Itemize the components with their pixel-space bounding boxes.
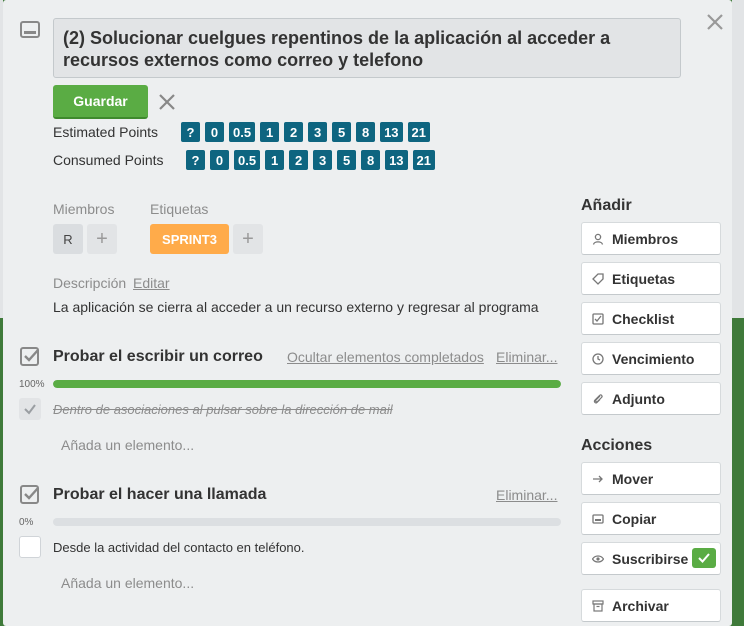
add-checklist-item[interactable]: Añada un elemento... <box>61 437 194 453</box>
sidebar-checklist-button[interactable]: Checklist <box>581 302 721 335</box>
consumed-point-chip[interactable]: 8 <box>361 150 381 170</box>
checklist-progress-percent: 0% <box>19 517 34 528</box>
estimated-point-chip[interactable]: 5 <box>332 122 352 142</box>
arrow-right-icon <box>592 473 604 485</box>
hide-completed-link[interactable]: Ocultar elementos completados <box>287 349 484 365</box>
estimated-point-chip[interactable]: 2 <box>284 122 304 142</box>
checklist-progress-percent: 100% <box>19 379 45 390</box>
description-edit-link[interactable]: Editar <box>133 275 170 291</box>
estimated-point-chip[interactable]: 8 <box>356 122 376 142</box>
person-icon <box>592 233 604 245</box>
estimated-point-chip[interactable]: 13 <box>380 122 403 142</box>
sidebar-button-label: Miembros <box>612 230 679 247</box>
sidebar-button-label: Etiquetas <box>612 270 676 287</box>
add-checklist-item[interactable]: Añada un elemento... <box>61 575 194 591</box>
add-label-button[interactable]: + <box>233 224 263 254</box>
add-section-heading: Añadir <box>581 197 632 214</box>
checklist-item-checkbox[interactable] <box>19 536 41 558</box>
sidebar-move-button[interactable]: Mover <box>581 462 721 495</box>
clock-icon <box>592 352 604 365</box>
sidebar-members-button[interactable]: Miembros <box>581 222 721 255</box>
actions-section-heading: Acciones <box>581 437 653 454</box>
consumed-point-chip[interactable]: ? <box>186 150 205 170</box>
consumed-point-chip[interactable]: 21 <box>412 150 436 170</box>
checkbox-icon <box>592 312 604 325</box>
sidebar-copy-button[interactable]: Copiar <box>581 502 721 535</box>
subscribed-check-icon <box>692 548 716 568</box>
estimated-point-chip[interactable]: 0.5 <box>229 122 256 142</box>
sidebar-button-label: Copiar <box>612 510 657 527</box>
check-icon <box>24 404 36 415</box>
consumed-point-chip[interactable]: 1 <box>265 150 285 170</box>
checklist-item-checkbox[interactable] <box>19 398 41 420</box>
consumed-point-chip[interactable]: 2 <box>289 150 309 170</box>
checklist-item-text[interactable]: Desde la actividad del contacto en teléf… <box>53 540 305 555</box>
consumed-point-chip[interactable]: 3 <box>313 150 333 170</box>
checklist-icon <box>20 485 39 504</box>
sidebar-button-label: Archivar <box>612 597 669 614</box>
checklist-title[interactable]: Probar el hacer una llamada <box>53 486 266 504</box>
sidebar-button-label: Mover <box>612 470 654 487</box>
cancel-edit-icon[interactable] <box>157 92 177 112</box>
member-avatar[interactable]: R <box>53 224 83 254</box>
sidebar-button-label: Suscribirse <box>612 550 689 567</box>
card-title-input[interactable]: (2) Solucionar cuelgues repentinos de la… <box>53 18 681 78</box>
checklist-item-text[interactable]: Dentro de asociaciones al pulsar sobre l… <box>53 402 393 417</box>
consumed-points-label: Consumed Points <box>53 152 164 168</box>
estimated-point-chip[interactable]: 21 <box>407 122 431 142</box>
add-member-button[interactable]: + <box>87 224 117 254</box>
sidebar-button-label: Checklist <box>612 310 675 327</box>
card-detail-modal: (2) Solucionar cuelgues repentinos de la… <box>3 0 732 626</box>
sidebar-labels-button[interactable]: Etiquetas <box>581 262 721 295</box>
eye-icon <box>592 553 604 565</box>
save-button[interactable]: Guardar <box>53 85 148 119</box>
tag-icon <box>592 272 604 285</box>
sidebar-subscribe-button[interactable]: Suscribirse <box>581 542 721 575</box>
consumed-points-row: Consumed Points ? 0 0.5 1 2 3 5 8 13 21 <box>53 150 440 170</box>
card-icon <box>592 513 604 525</box>
description-text: La aplicación se cierra al acceder a un … <box>53 299 539 315</box>
description-label: Descripción <box>53 275 127 291</box>
estimated-point-chip[interactable]: 0 <box>205 122 224 142</box>
label-sprint3[interactable]: SPRINT3 <box>150 224 229 254</box>
estimated-point-chip[interactable]: 1 <box>260 122 280 142</box>
archive-icon <box>592 599 604 612</box>
checklist-progress-bar <box>53 380 561 388</box>
sidebar-button-label: Adjunto <box>612 390 665 407</box>
consumed-point-chip[interactable]: 0 <box>210 150 229 170</box>
sidebar-attachment-button[interactable]: Adjunto <box>581 382 721 415</box>
consumed-point-chip[interactable]: 13 <box>385 150 408 170</box>
consumed-point-chip[interactable]: 0.5 <box>234 150 261 170</box>
checklist-icon <box>20 347 39 366</box>
sidebar-due-date-button[interactable]: Vencimiento <box>581 342 721 375</box>
estimated-point-chip[interactable]: 3 <box>308 122 328 142</box>
close-icon[interactable] <box>703 10 727 34</box>
estimated-points-row: Estimated Points ? 0 0.5 1 2 3 5 8 13 21 <box>53 122 435 142</box>
estimated-points-label: Estimated Points <box>53 124 159 140</box>
checklist-progress-fill <box>53 380 561 388</box>
paperclip-icon <box>592 393 604 405</box>
labels-label: Etiquetas <box>150 201 209 217</box>
delete-checklist-link[interactable]: Eliminar... <box>496 349 557 365</box>
estimated-point-chip[interactable]: ? <box>181 122 200 142</box>
consumed-point-chip[interactable]: 5 <box>337 150 357 170</box>
checklist-title[interactable]: Probar el escribir un correo <box>53 348 263 366</box>
sidebar-archive-button[interactable]: Archivar <box>581 589 721 622</box>
checklist-progress-bar <box>53 518 561 526</box>
sidebar-button-label: Vencimiento <box>612 350 695 367</box>
delete-checklist-link[interactable]: Eliminar... <box>496 487 557 503</box>
members-label: Miembros <box>53 201 115 217</box>
board-column-right <box>732 0 744 318</box>
card-icon <box>20 21 40 38</box>
